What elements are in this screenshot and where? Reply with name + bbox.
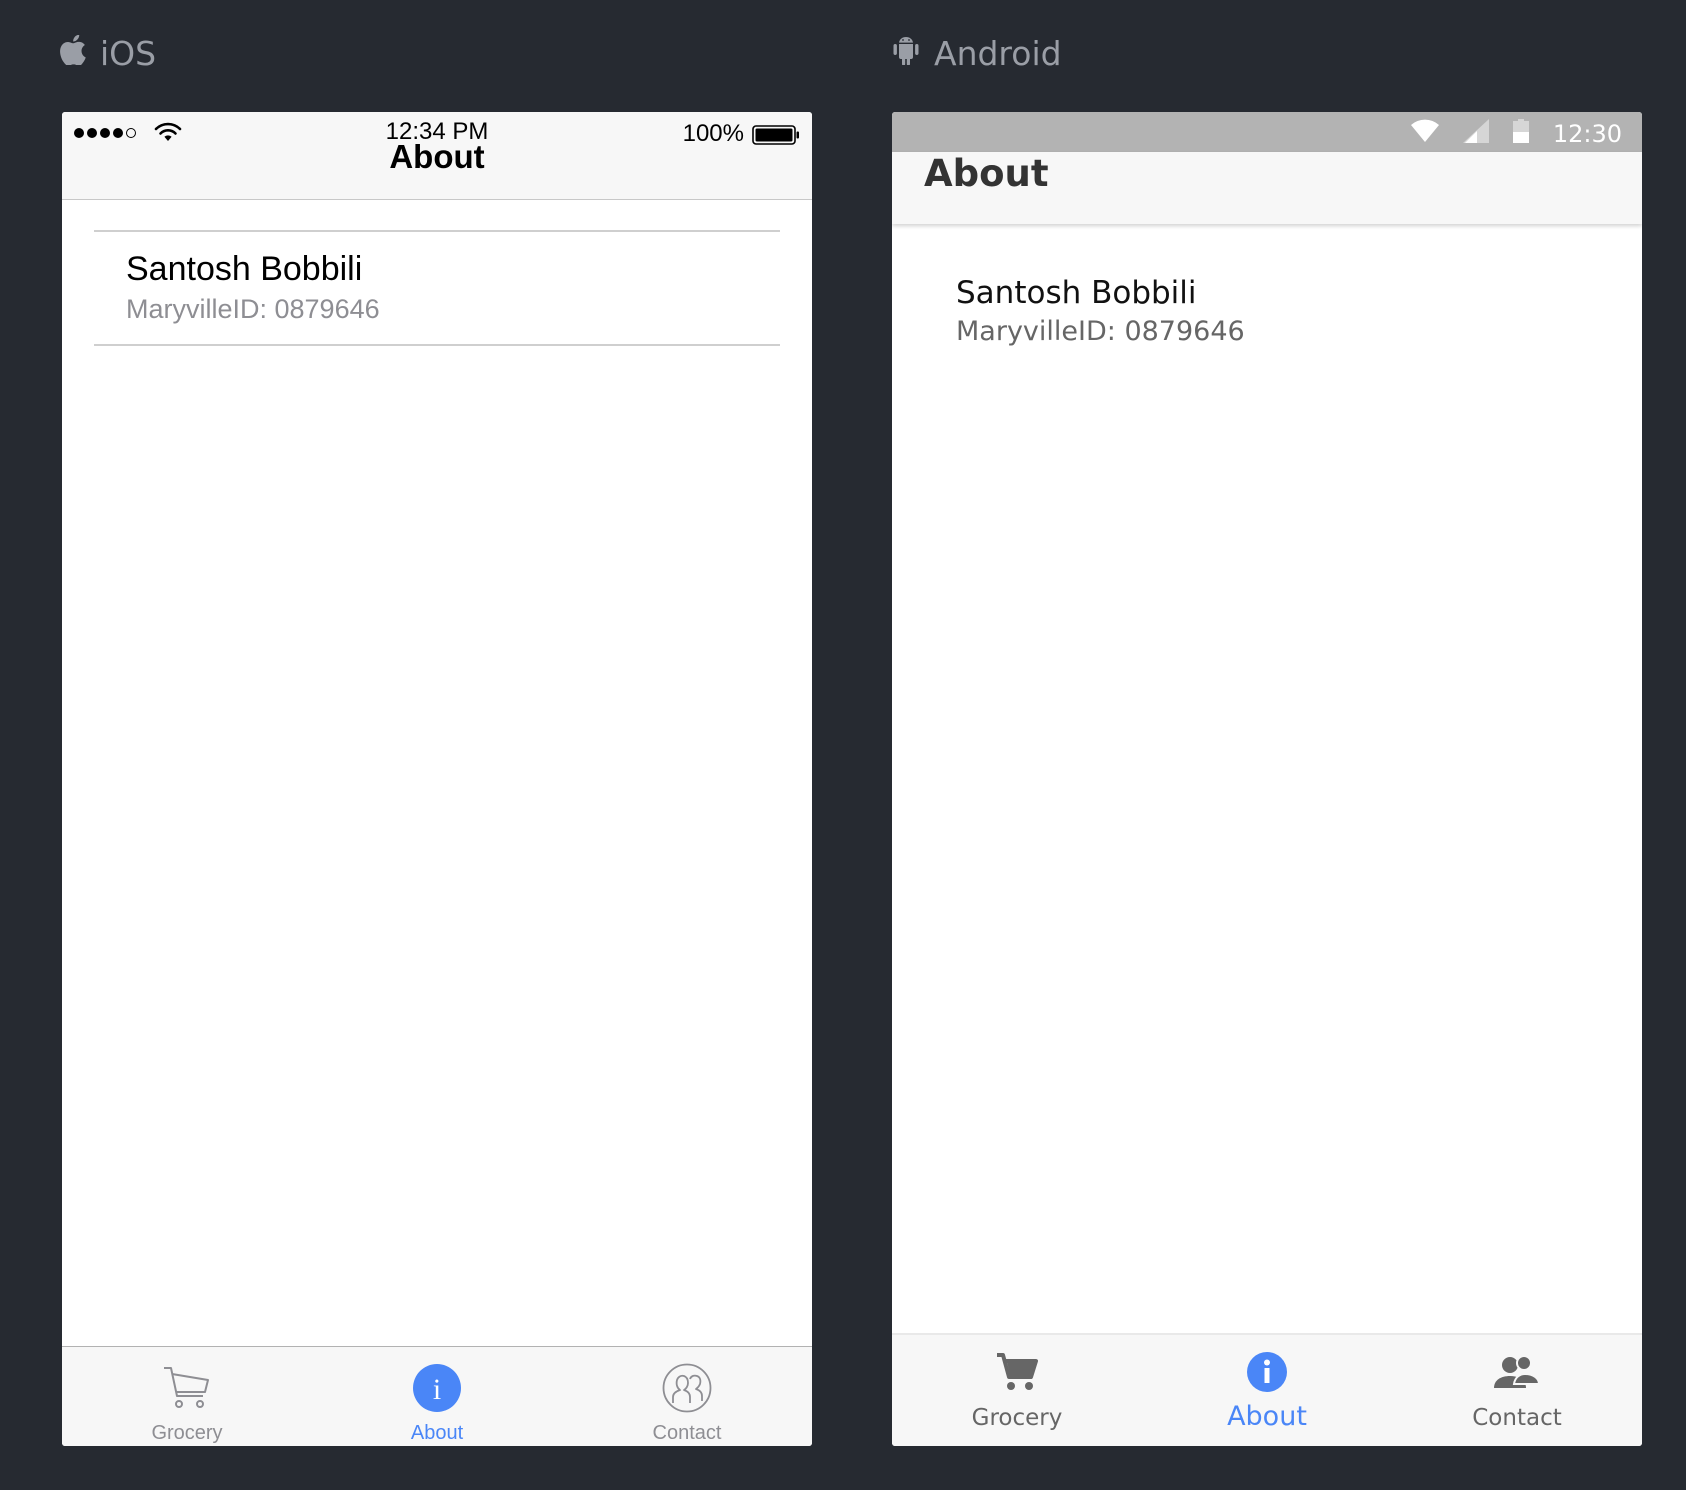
wifi-icon (1410, 119, 1439, 148)
tab-grocery[interactable]: Grocery (62, 1347, 312, 1446)
cart-icon (994, 1349, 1040, 1395)
ios-phone-screen: 12:34 PM 100% About Santosh Bobbili Mary… (62, 112, 812, 1446)
tab-label: Grocery (971, 1405, 1063, 1431)
tab-contact[interactable]: Contact (562, 1347, 812, 1446)
status-time: 12:30 (1552, 119, 1622, 148)
cart-icon (161, 1362, 213, 1414)
android-platform-label: Android (892, 28, 1062, 78)
tab-label: About (1227, 1401, 1307, 1432)
list-item-detail: MaryvilleID: 0879646 (956, 316, 1245, 347)
info-icon (1244, 1349, 1290, 1395)
tab-label: Contact (652, 1422, 722, 1444)
tab-about[interactable]: i About (312, 1347, 562, 1446)
list-item[interactable]: Santosh Bobbili MaryvilleID: 0879646 (94, 230, 780, 346)
ios-platform-label: iOS (60, 28, 156, 78)
ios-platform-text: iOS (100, 33, 157, 73)
tab-about[interactable]: About (1142, 1335, 1392, 1446)
apple-icon (60, 34, 86, 73)
contacts-icon (1494, 1349, 1540, 1395)
list-item-title: Santosh Bobbili (956, 275, 1197, 311)
ios-tab-bar: Grocery i About Contact (62, 1346, 812, 1446)
page-title: About (924, 152, 1049, 195)
contacts-icon (661, 1362, 713, 1414)
cellular-signal-icon (1462, 119, 1489, 148)
tab-contact[interactable]: Contact (1392, 1335, 1642, 1446)
android-status-bar: 12:30 (892, 112, 1642, 152)
android-app-bar: About (892, 152, 1642, 224)
android-bottom-tab-bar: Grocery About Contact (892, 1333, 1642, 1446)
ios-navigation-bar: 12:34 PM 100% About (62, 112, 812, 200)
list-item-title: Santosh Bobbili (126, 250, 363, 288)
tab-label: Grocery (151, 1422, 223, 1444)
tab-label: Contact (1472, 1405, 1562, 1431)
battery-icon (1512, 119, 1529, 148)
list-item-detail: MaryvilleID: 0879646 (126, 294, 380, 324)
android-icon (892, 34, 920, 73)
svg-text:i: i (433, 1373, 441, 1406)
page-title: About (389, 138, 485, 175)
tab-grocery[interactable]: Grocery (892, 1335, 1142, 1446)
android-platform-text: Android (934, 33, 1062, 73)
info-icon: i (411, 1362, 463, 1414)
android-phone-screen: 12:30 About Santosh Bobbili MaryvilleID:… (892, 112, 1642, 1446)
tab-label: About (410, 1422, 464, 1444)
